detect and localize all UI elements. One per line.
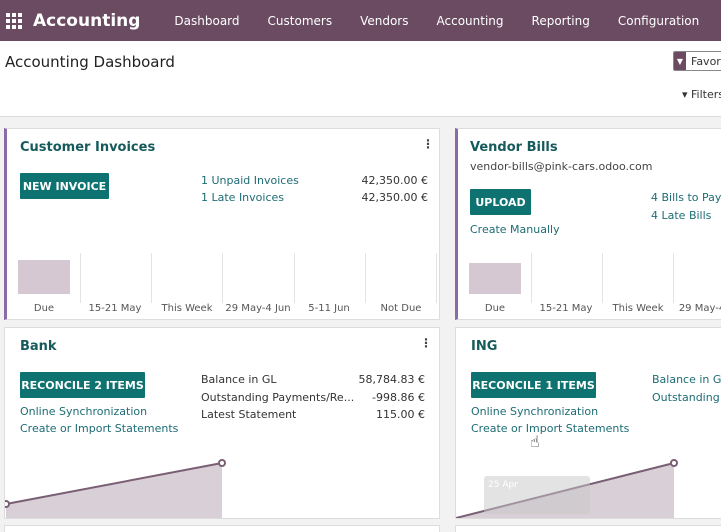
chart-point[interactable] [4, 500, 10, 508]
x-tick-label: This Week [161, 303, 213, 314]
x-tick-label: Due [33, 303, 55, 314]
x-tick-label: 29 May-4 [678, 303, 721, 314]
app-brand[interactable]: Accounting [33, 11, 140, 31]
outstanding-payments-value: -998.86 € [372, 391, 425, 404]
chart-point[interactable] [218, 459, 226, 467]
grid-line [602, 253, 603, 303]
chart-area [6, 463, 222, 518]
reconcile-button[interactable]: RECONCILE 2 ITEMS [20, 372, 145, 398]
filter-funnel-icon: ▾ [682, 88, 688, 101]
card-title[interactable]: ING [471, 339, 497, 354]
customer-invoices-card: Customer Invoices ⋮ NEW INVOICE 1 Unpaid… [4, 128, 440, 320]
filter-icon: ▼ [674, 52, 686, 70]
top-navbar: Accounting Dashboard Customers Vendors A… [0, 0, 721, 41]
create-manually-link[interactable]: Create Manually [470, 223, 560, 236]
new-invoice-button[interactable]: NEW INVOICE [20, 173, 109, 199]
balance-gl-value: 58,784.83 € [358, 373, 425, 386]
vendor-bills-card: Vendor Bills vendor-bills@pink-cars.odoo… [455, 128, 721, 320]
grid-line [222, 253, 223, 303]
bank-card: Bank ⋮ RECONCILE 2 ITEMS Online Synchron… [4, 327, 440, 519]
grid-line [436, 253, 437, 303]
unpaid-invoices-value: 42,350.00 € [361, 174, 428, 187]
bank-balance-line-chart [4, 459, 226, 518]
chart-bar-due[interactable] [18, 260, 70, 294]
online-sync-link[interactable]: Online Synchronization [20, 405, 147, 418]
next-card-top-edge [455, 525, 721, 532]
latest-statement-value: 115.00 € [376, 408, 425, 421]
x-tick-label: This Week [612, 303, 664, 314]
kebab-menu-icon[interactable]: ⋮ [420, 336, 432, 350]
grid-line [151, 253, 152, 303]
late-invoices-value: 42,350.00 € [361, 191, 428, 204]
grid-line [531, 253, 532, 303]
menu-accounting[interactable]: Accounting [437, 14, 504, 28]
x-tick-label: 15-21 May [539, 303, 593, 314]
search-facet: Favori [691, 54, 721, 68]
import-statements-link[interactable]: Create or Import Statements [471, 422, 629, 435]
balance-gl-label: Balance in GL [201, 373, 277, 386]
grid-line [673, 253, 674, 303]
menu-vendors[interactable]: Vendors [360, 14, 408, 28]
x-tick-label: 5-11 Jun [308, 303, 350, 314]
upload-button[interactable]: UPLOAD [470, 189, 531, 215]
reconcile-button[interactable]: RECONCILE 1 ITEMS [471, 372, 596, 398]
vendor-bills-email: vendor-bills@pink-cars.odoo.com [470, 160, 653, 173]
page-title: Accounting Dashboard [5, 53, 175, 71]
chart-point[interactable] [670, 459, 678, 467]
control-panel: Accounting Dashboard ▼ Favori ▾ Filters [0, 41, 721, 117]
outstanding-payments-label: Outstanding Payments/Re... [201, 391, 355, 404]
filters-button[interactable]: ▾ Filters [682, 88, 721, 101]
late-bills-link[interactable]: 4 Late Bills [651, 209, 711, 222]
bills-to-pay-link[interactable]: 4 Bills to Pay [651, 191, 721, 204]
menu-reporting[interactable]: Reporting [532, 14, 590, 28]
import-statements-link[interactable]: Create or Import Statements [20, 422, 178, 435]
unpaid-invoices-link[interactable]: 1 Unpaid Invoices [201, 174, 299, 187]
x-tick-label: Due [484, 303, 506, 314]
late-invoices-link[interactable]: 1 Late Invoices [201, 191, 284, 204]
latest-statement-label: Latest Statement [201, 408, 297, 421]
search-input[interactable]: ▼ Favori [673, 51, 721, 71]
chart-bar-due[interactable] [469, 263, 521, 294]
chart-tooltip-ghost: 25 Apr [484, 476, 590, 514]
menu-dashboard[interactable]: Dashboard [174, 14, 239, 28]
hand-cursor-icon: ☝ [530, 432, 540, 451]
kebab-menu-icon[interactable]: ⋮ [422, 137, 434, 151]
online-sync-link[interactable]: Online Synchronization [471, 405, 598, 418]
grid-line [80, 253, 81, 303]
x-tick-label: 29 May-4 Jun [225, 303, 291, 314]
x-tick-label: 15-21 May [88, 303, 142, 314]
grid-line [294, 253, 295, 303]
x-tick-label: Not Due [380, 303, 422, 314]
balance-gl-link[interactable]: Balance in GL [652, 373, 721, 386]
card-title[interactable]: Customer Invoices [20, 140, 155, 155]
card-title[interactable]: Vendor Bills [470, 140, 558, 155]
apps-menu-icon[interactable] [6, 12, 22, 29]
outstanding-link[interactable]: Outstanding P [652, 391, 721, 404]
card-title[interactable]: Bank [20, 339, 57, 354]
next-card-top-edge [4, 525, 440, 532]
menu-configuration[interactable]: Configuration [618, 14, 699, 28]
grid-line [365, 253, 366, 303]
menu-customers[interactable]: Customers [268, 14, 333, 28]
